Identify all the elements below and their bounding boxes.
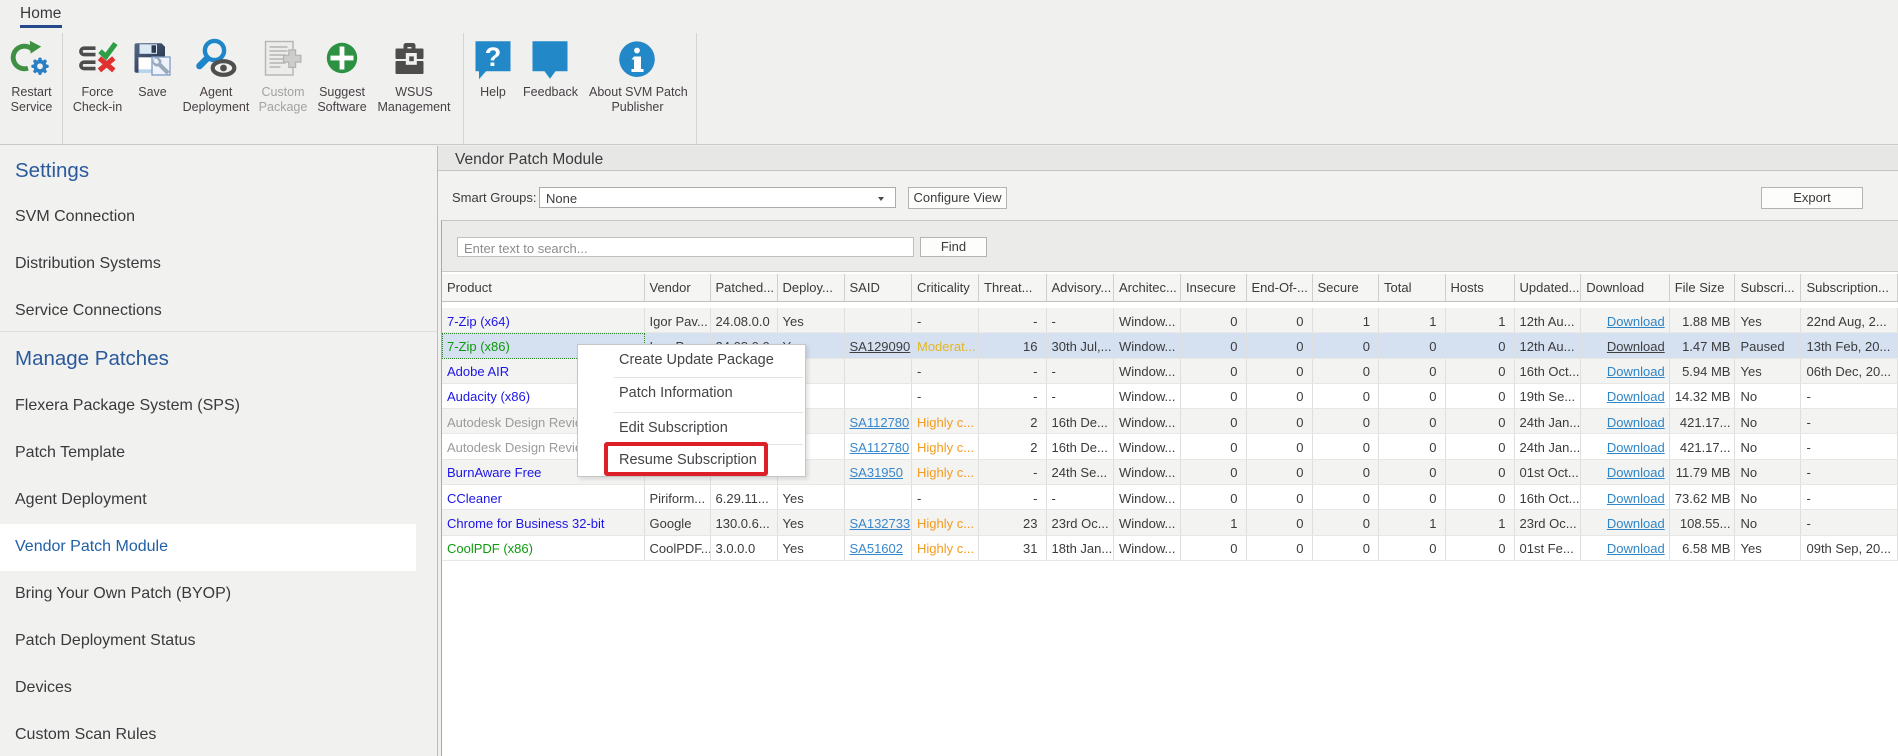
svg-text:?: ?	[485, 42, 502, 72]
